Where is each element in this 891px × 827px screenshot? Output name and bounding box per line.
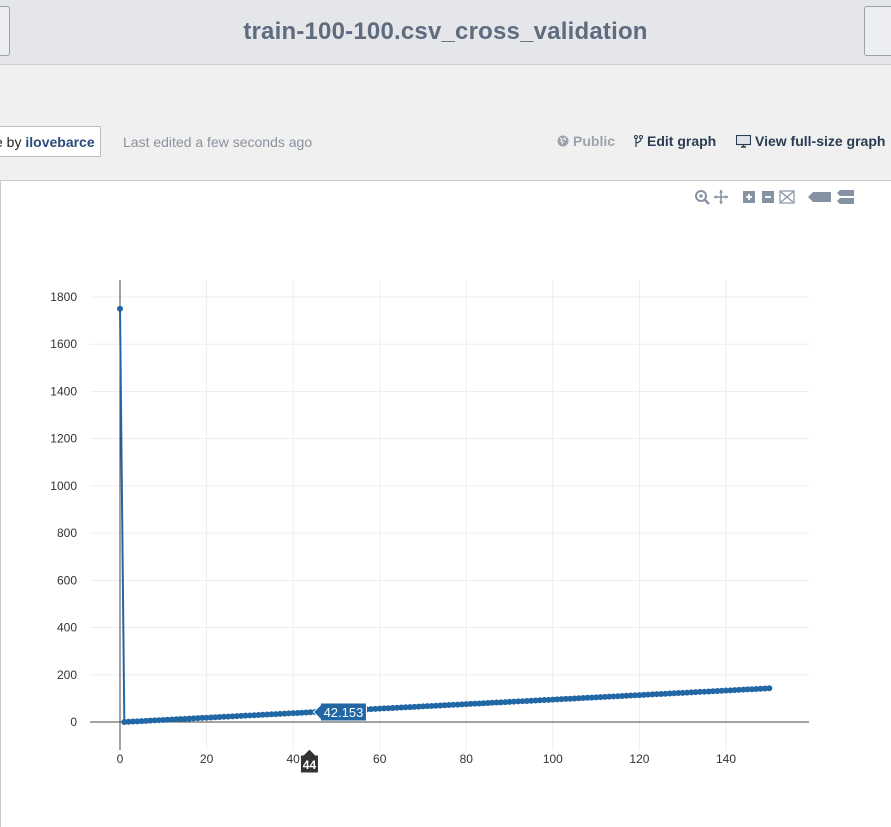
x-tick-label: 80	[460, 752, 474, 766]
x-tick-label: 120	[629, 752, 649, 766]
x-tick-label: 140	[716, 752, 736, 766]
y-tick-label: 800	[57, 526, 77, 540]
y-tick-label: 1600	[50, 337, 77, 351]
x-tick-label: 20	[200, 752, 214, 766]
x-tick-label: 100	[543, 752, 563, 766]
hover-y-label: 42.153	[324, 705, 364, 720]
y-tick-label: 200	[57, 668, 77, 682]
data-point	[117, 305, 123, 312]
y-tick-label: 1800	[50, 290, 77, 304]
x-tick-label: 0	[117, 752, 124, 766]
hover-x-label: 44	[303, 758, 317, 772]
x-tick-label: 40	[286, 752, 300, 766]
y-tick-label: 600	[57, 573, 77, 587]
chart-grid	[90, 280, 809, 750]
y-tick-label: 1400	[50, 384, 77, 398]
series-line	[119, 308, 770, 724]
y-tick-label: 1000	[50, 479, 77, 493]
chart-series	[117, 305, 773, 725]
y-tick-label: 0	[70, 715, 77, 729]
chart-axes	[90, 280, 809, 750]
y-tick-label: 400	[57, 621, 77, 635]
data-point	[766, 685, 773, 692]
y-tick-label: 1200	[50, 432, 77, 446]
x-tick-label: 60	[373, 752, 387, 766]
line-chart[interactable]: 0 20 40 60 80 100 120 1400200400600800100012001…	[0, 0, 891, 827]
